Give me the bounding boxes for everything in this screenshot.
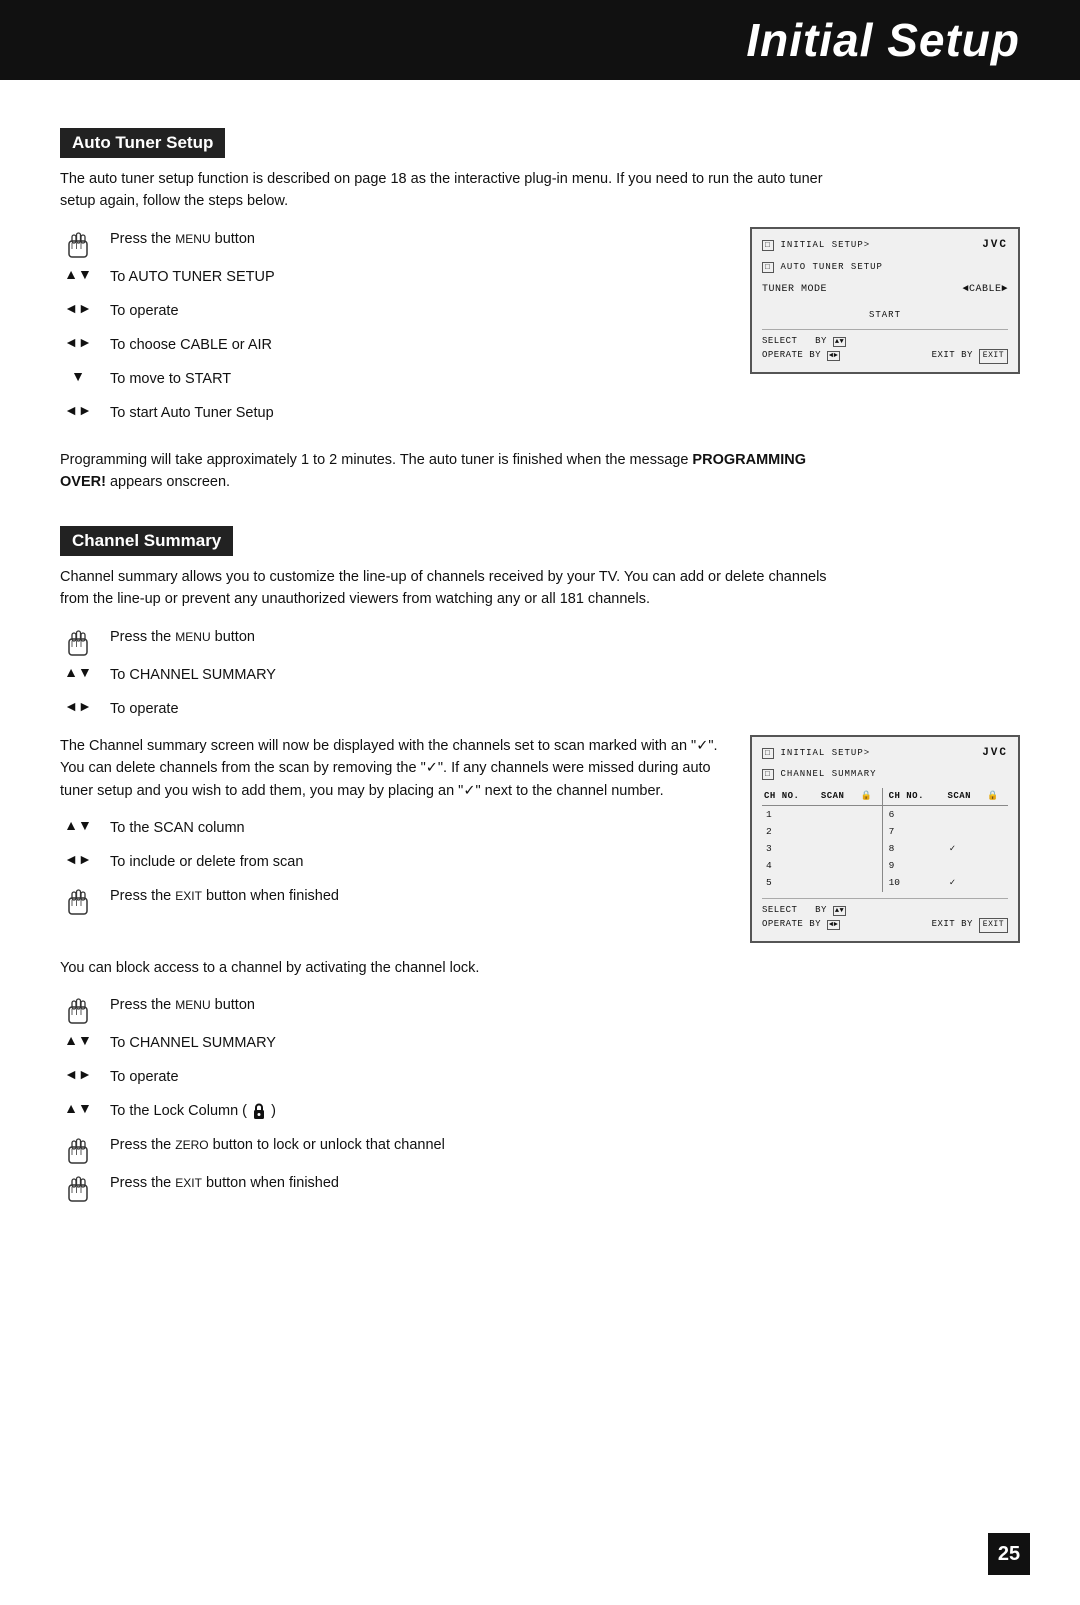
step-text-operate-2: To operate — [110, 697, 179, 721]
step-to-auto-tuner: ▲▼ To AUTO TUNER SETUP — [60, 265, 720, 293]
updown-arrow-icon-1: ▲▼ — [60, 267, 96, 281]
step-start-auto-tuner: ◄► To start Auto Tuner Setup — [60, 401, 720, 429]
auto-tuner-steps-row: Press the MENU button ▲▼ To AUTO TUNER S… — [60, 227, 1020, 435]
hand-icon-2 — [60, 625, 96, 657]
auto-tuner-intro: The auto tuner setup function is describ… — [60, 168, 840, 213]
step-text-lock-column: To the Lock Column ( ) — [110, 1099, 276, 1123]
screen1-tuner-mode: TUNER MODE ◄CABLE► — [762, 282, 1008, 298]
channel-middle-text-col: The Channel summary screen will now be d… — [60, 735, 720, 922]
lr-arrow-icon-2: ◄► — [60, 335, 96, 349]
hand-icon-1 — [60, 227, 96, 259]
channel-steps-1: Press the MENU button ▲▼ To CHANNEL SUMM… — [60, 625, 1020, 725]
step-choose-cable-air: ◄► To choose CABLE or AIR — [60, 333, 720, 361]
screen2-header-left: □ INITIAL SETUP> — [762, 745, 870, 763]
lock-intro: You can block access to a channel by act… — [60, 957, 840, 979]
step-move-start: ▼ To move to START — [60, 367, 720, 395]
step-text-press-menu-1: Press the MENU button — [110, 227, 255, 251]
step-text-auto-tuner: To AUTO TUNER SETUP — [110, 265, 275, 289]
down-arrow-icon-1: ▼ — [60, 369, 96, 383]
jvc-logo-1: JVC — [982, 237, 1008, 255]
step-text-channel-summary-1: To CHANNEL SUMMARY — [110, 663, 276, 687]
step-press-exit-1: Press the EXIT button when finished — [60, 884, 720, 916]
step-text-press-exit-1: Press the EXIT button when finished — [110, 884, 339, 908]
hand-icon-3 — [60, 884, 96, 916]
step-text-cable-air: To choose CABLE or AIR — [110, 333, 272, 357]
screen1-icon: □ INITIAL SETUP> — [762, 237, 870, 255]
step-text-press-exit-2: Press the EXIT button when finished — [110, 1171, 339, 1195]
table-row: 49 — [762, 857, 1008, 874]
step-press-menu-1: Press the MENU button — [60, 227, 720, 259]
step-text-press-zero: Press the ZERO button to lock or unlock … — [110, 1133, 445, 1157]
step-to-operate-3: ◄► To operate — [60, 1065, 1020, 1093]
step-text-press-menu-3: Press the MENU button — [110, 993, 255, 1017]
tv-screen-auto-tuner: □ INITIAL SETUP> JVC □ AUTO TUNER SETUP … — [750, 227, 1020, 374]
screen1-footer: SELECT BY ▲▼ OPERATE BY ◄► EXIT BY EXIT — [762, 329, 1008, 364]
step-press-menu-2: Press the MENU button — [60, 625, 1020, 657]
channel-middle-text: The Channel summary screen will now be d… — [60, 735, 720, 802]
step-press-zero: Press the ZERO button to lock or unlock … — [60, 1133, 1020, 1165]
step-press-menu-3: Press the MENU button — [60, 993, 1020, 1025]
hand-icon-6 — [60, 1171, 96, 1203]
step-to-channel-summary-1: ▲▼ To CHANNEL SUMMARY — [60, 663, 1020, 691]
lr-arrow-icon-1: ◄► — [60, 301, 96, 315]
screen1-subtitle: □ AUTO TUNER SETUP — [762, 259, 1008, 275]
screen2-footer: SELECT BY ▲▼ OPERATE BY ◄► EXIT BY EXIT — [762, 898, 1008, 933]
screen2-subtitle: □ CHANNEL SUMMARY — [762, 766, 1008, 782]
channel-summary-heading: Channel Summary — [60, 526, 233, 556]
lock-steps: Press the MENU button ▲▼ To CHANNEL SUMM… — [60, 993, 1020, 1203]
lr-arrow-icon-6: ◄► — [60, 1067, 96, 1081]
lr-arrow-icon-3: ◄► — [60, 403, 96, 417]
updown-arrow-icon-5: ▲▼ — [60, 1101, 96, 1115]
lr-arrow-icon-5: ◄► — [60, 852, 96, 866]
hand-icon-5 — [60, 1133, 96, 1165]
jvc-logo-2: JVC — [982, 745, 1008, 763]
auto-tuner-section: Auto Tuner Setup The auto tuner setup fu… — [60, 110, 1020, 494]
step-text-channel-summary-2: To CHANNEL SUMMARY — [110, 1031, 276, 1055]
page-header: Initial Setup — [0, 0, 1080, 80]
main-content: Auto Tuner Setup The auto tuner setup fu… — [0, 80, 1080, 1269]
step-to-operate-1: ◄► To operate — [60, 299, 720, 327]
channel-table: CH NO.SCAN🔒 CH NO.SCAN🔒 16 27 38✓ 49 510… — [762, 788, 1008, 891]
step-to-operate-2: ◄► To operate — [60, 697, 1020, 725]
step-text-press-menu-2: Press the MENU button — [110, 625, 255, 649]
updown-arrow-icon-4: ▲▼ — [60, 1033, 96, 1047]
lr-arrow-icon-4: ◄► — [60, 699, 96, 713]
auto-tuner-outro: Programming will take approximately 1 to… — [60, 449, 840, 494]
table-row: 510✓ — [762, 874, 1008, 891]
step-text-include-delete: To include or delete from scan — [110, 850, 303, 874]
screen1-start: START — [762, 308, 1008, 322]
table-row: 38✓ — [762, 840, 1008, 857]
step-to-scan-col: ▲▼ To the SCAN column — [60, 816, 720, 844]
page-number: 25 — [988, 1533, 1030, 1575]
channel-middle-row: The Channel summary screen will now be d… — [60, 735, 1020, 943]
step-to-lock-column: ▲▼ To the Lock Column ( ) — [60, 1099, 1020, 1127]
table-row: 27 — [762, 823, 1008, 840]
step-press-exit-2: Press the EXIT button when finished — [60, 1171, 1020, 1203]
step-text-start-tuner: To start Auto Tuner Setup — [110, 401, 274, 425]
channel-summary-intro: Channel summary allows you to customize … — [60, 566, 840, 611]
auto-tuner-steps: Press the MENU button ▲▼ To AUTO TUNER S… — [60, 227, 720, 435]
step-text-operate-3: To operate — [110, 1065, 179, 1089]
step-text-scan-col: To the SCAN column — [110, 816, 245, 840]
step-include-delete: ◄► To include or delete from scan — [60, 850, 720, 878]
table-row: 16 — [762, 805, 1008, 823]
page-title: Initial Setup — [746, 13, 1020, 67]
step-text-move-start: To move to START — [110, 367, 231, 391]
hand-icon-4 — [60, 993, 96, 1025]
updown-arrow-icon-3: ▲▼ — [60, 818, 96, 832]
tv-screen-channel-summary: □ INITIAL SETUP> JVC □ CHANNEL SUMMARY C… — [750, 735, 1020, 943]
auto-tuner-heading: Auto Tuner Setup — [60, 128, 225, 158]
updown-arrow-icon-2: ▲▼ — [60, 665, 96, 679]
step-text-operate-1: To operate — [110, 299, 179, 323]
step-to-channel-summary-2: ▲▼ To CHANNEL SUMMARY — [60, 1031, 1020, 1059]
channel-summary-section: Channel Summary Channel summary allows y… — [60, 508, 1020, 1203]
